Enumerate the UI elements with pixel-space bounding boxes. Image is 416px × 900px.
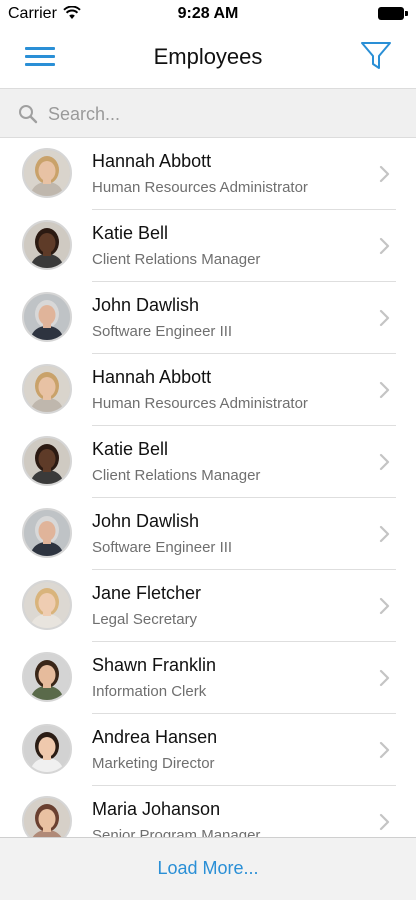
filter-funnel-icon[interactable]: [360, 40, 392, 72]
avatar: [22, 364, 72, 414]
employee-row[interactable]: Katie Bell Client Relations Manager: [0, 210, 416, 282]
employee-list[interactable]: Hannah Abbott Human Resources Administrat…: [0, 138, 416, 837]
search-bar: [0, 88, 416, 138]
employee-row[interactable]: Katie Bell Client Relations Manager: [0, 426, 416, 498]
search-input[interactable]: [46, 97, 400, 131]
employee-job-title: Marketing Director: [92, 755, 215, 772]
employee-row[interactable]: Hannah Abbott Human Resources Administrat…: [0, 138, 416, 210]
employee-job-title: Human Resources Administrator: [92, 179, 308, 196]
load-more-button[interactable]: Load More...: [0, 858, 416, 879]
chevron-right-icon: [379, 453, 390, 471]
avatar: [22, 724, 72, 774]
chevron-right-icon: [379, 597, 390, 615]
employee-row[interactable]: John Dawlish Software Engineer III: [0, 498, 416, 570]
employee-row[interactable]: Hannah Abbott Human Resources Administrat…: [0, 354, 416, 426]
employee-name: Maria Johanson: [92, 799, 221, 819]
employee-name: Katie Bell: [92, 223, 169, 243]
avatar: [22, 292, 72, 342]
clock-time: 9:28 AM: [177, 5, 239, 22]
avatar: [22, 220, 72, 270]
avatar: [22, 148, 72, 198]
employee-job-title: Senior Program Manager: [92, 827, 261, 837]
employee-name: Jane Fletcher: [92, 583, 202, 603]
employee-row[interactable]: Andrea Hansen Marketing Director: [0, 714, 416, 786]
employee-job-title: Client Relations Manager: [92, 251, 261, 268]
employee-job-title: Software Engineer III: [92, 323, 233, 340]
employee-row[interactable]: Jane Fletcher Legal Secretary: [0, 570, 416, 642]
navigation-bar: Employees: [0, 28, 416, 88]
employee-row[interactable]: Maria Johanson Senior Program Manager: [0, 786, 416, 837]
employee-name: Shawn Franklin: [92, 655, 217, 675]
employee-row[interactable]: John Dawlish Software Engineer III: [0, 282, 416, 354]
employee-name: Hannah Abbott: [92, 367, 212, 387]
battery-icon: [378, 7, 408, 20]
page-title: Employees: [153, 44, 263, 69]
employee-job-title: Information Clerk: [92, 683, 207, 700]
chevron-right-icon: [379, 165, 390, 183]
avatar: [22, 436, 72, 486]
avatar: [22, 652, 72, 702]
chevron-right-icon: [379, 237, 390, 255]
employee-job-title: Software Engineer III: [92, 539, 233, 556]
employee-job-title: Legal Secretary: [92, 611, 198, 628]
chevron-right-icon: [379, 525, 390, 543]
employee-name: Andrea Hansen: [92, 727, 218, 747]
chevron-right-icon: [379, 741, 390, 759]
employee-name: Hannah Abbott: [92, 151, 212, 171]
status-bar: Carrier 9:28 AM: [0, 0, 416, 28]
employee-name: Katie Bell: [92, 439, 169, 459]
chevron-right-icon: [379, 381, 390, 399]
employee-name: John Dawlish: [92, 511, 200, 531]
employee-row[interactable]: Shawn Franklin Information Clerk: [0, 642, 416, 714]
chevron-right-icon: [379, 669, 390, 687]
employee-job-title: Human Resources Administrator: [92, 395, 308, 412]
avatar: [22, 580, 72, 630]
search-icon: [18, 104, 38, 124]
employee-job-title: Client Relations Manager: [92, 467, 261, 484]
footer-bar: Load More...: [0, 837, 416, 900]
avatar: [22, 796, 72, 837]
employee-name: John Dawlish: [92, 295, 200, 315]
avatar: [22, 508, 72, 558]
chevron-right-icon: [379, 309, 390, 327]
chevron-right-icon: [379, 813, 390, 831]
